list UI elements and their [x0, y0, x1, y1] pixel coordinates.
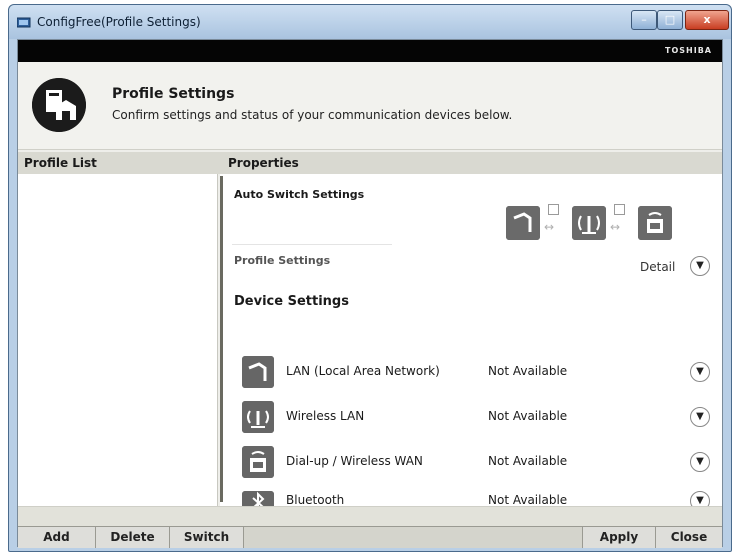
expand-icon[interactable]: ▼ — [690, 407, 710, 427]
delete-button[interactable]: Delete — [96, 527, 170, 548]
profile-settings-expand-icon[interactable]: ▼ — [690, 256, 710, 276]
add-button[interactable]: Add — [18, 527, 96, 548]
device-status: Not Available — [488, 454, 568, 468]
expand-icon[interactable]: ▼ — [690, 452, 710, 472]
profile-list[interactable] — [18, 174, 218, 506]
window-title: ConfigFree(Profile Settings) — [37, 15, 201, 29]
profile-settings-label: Profile Settings — [234, 254, 331, 267]
device-status: Not Available — [488, 493, 568, 507]
device-row-dialup[interactable]: Dial-up / Wireless WAN Not Available ▼ — [220, 444, 722, 484]
toshiba-logo: TOSHIBA — [665, 46, 712, 55]
apply-button[interactable]: Apply — [582, 527, 656, 548]
lan-icon — [242, 356, 274, 388]
detail-link[interactable]: Detail — [640, 260, 675, 274]
double-arrow-icon: ↔ — [544, 220, 555, 234]
dialup-icon — [242, 446, 274, 478]
device-settings-title: Device Settings — [234, 294, 349, 309]
page-title: Profile Settings — [112, 86, 235, 102]
properties-header: Properties — [228, 156, 299, 170]
device-name: Wireless LAN — [286, 409, 365, 423]
maximize-button[interactable]: □ — [657, 10, 683, 30]
button-bar: Add Delete Switch Apply Close — [18, 526, 722, 548]
wireless-lan-icon — [242, 401, 274, 433]
close-button[interactable]: Close — [656, 527, 722, 548]
configfree-app-icon — [17, 17, 31, 28]
dialup-icon — [638, 206, 672, 240]
device-status: Not Available — [488, 364, 568, 378]
switch-button[interactable]: Switch — [170, 527, 244, 548]
auto-switch-devices: ↔ ↔ — [506, 202, 706, 242]
expand-icon[interactable]: ▼ — [690, 362, 710, 382]
device-name: Bluetooth — [286, 493, 345, 507]
auto-switch-wlan-wan-checkbox[interactable] — [614, 204, 625, 215]
auto-switch-lan-wlan-checkbox[interactable] — [548, 204, 559, 215]
minimize-button[interactable]: – — [631, 10, 657, 30]
profile-settings-icon — [32, 78, 86, 132]
status-strip — [18, 506, 722, 526]
device-name: LAN (Local Area Network) — [286, 364, 440, 378]
client-area: TOSHIBA Profile Settings Confirm setting… — [17, 39, 723, 548]
brand-bar: TOSHIBA — [18, 40, 722, 62]
double-arrow-icon: ↔ — [610, 220, 621, 234]
wireless-lan-icon — [572, 206, 606, 240]
title-bar[interactable]: ConfigFree(Profile Settings) – □ x — [9, 5, 731, 39]
profile-list-header: Profile List — [24, 156, 97, 170]
device-name: Dial-up / Wireless WAN — [286, 454, 423, 468]
lan-icon — [506, 206, 540, 240]
page-subtitle: Confirm settings and status of your comm… — [112, 108, 513, 122]
device-row-wireless-lan[interactable]: Wireless LAN Not Available ▼ — [220, 399, 722, 439]
device-row-lan[interactable]: LAN (Local Area Network) Not Available ▼ — [220, 354, 722, 394]
device-status: Not Available — [488, 409, 568, 423]
auto-switch-title: Auto Switch Settings — [234, 188, 365, 201]
close-window-button[interactable]: x — [685, 10, 729, 30]
column-header-bar: Profile List Properties — [18, 152, 722, 174]
section-separator — [232, 244, 392, 245]
page-header: Profile Settings Confirm settings and st… — [18, 62, 722, 150]
app-window: ConfigFree(Profile Settings) – □ x TOSHI… — [8, 4, 732, 552]
properties-panel: Auto Switch Settings ↔ ↔ Profile Setting… — [220, 174, 722, 515]
